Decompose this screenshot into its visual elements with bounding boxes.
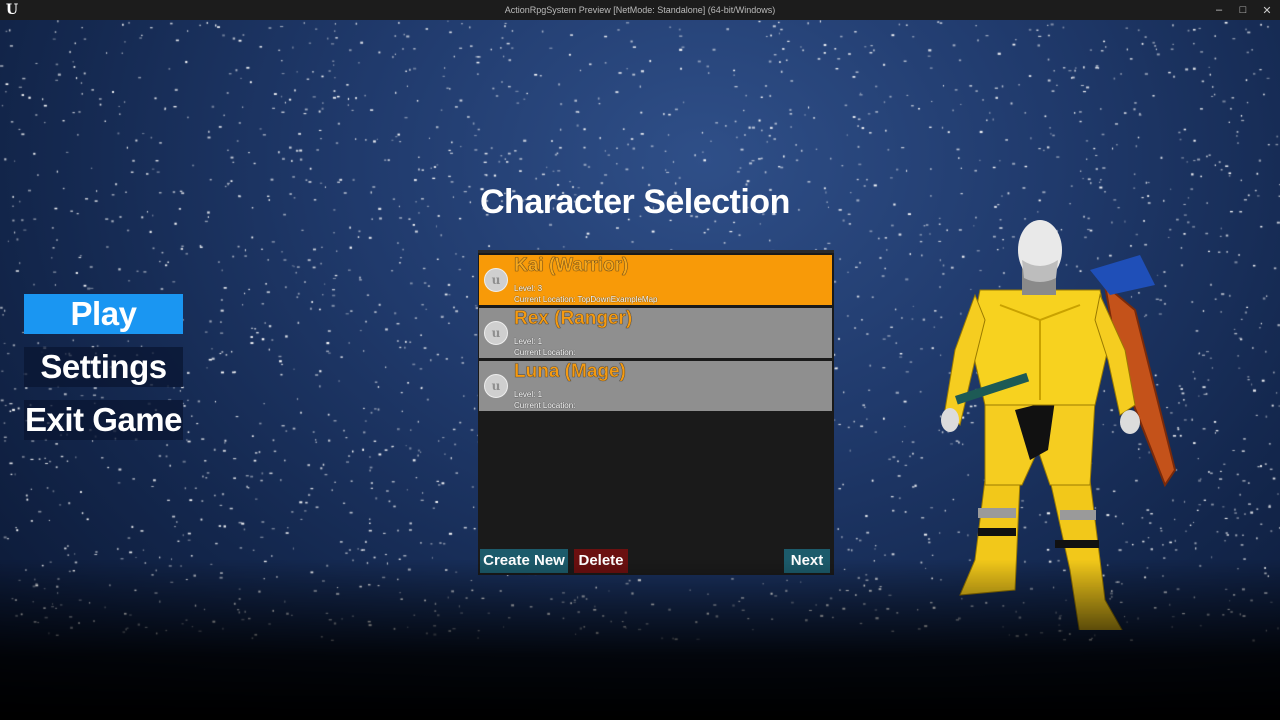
character-level: Level: 1 bbox=[514, 390, 543, 399]
exit-game-button[interactable]: Exit Game bbox=[24, 400, 183, 440]
character-row-rex[interactable]: u Rex (Ranger) Level: 1 Current Location… bbox=[479, 308, 832, 358]
character-avatar-icon: u bbox=[484, 374, 508, 398]
delete-button[interactable]: Delete bbox=[574, 549, 628, 573]
character-selection-title: Character Selection bbox=[480, 183, 790, 221]
play-button[interactable]: Play bbox=[24, 294, 183, 334]
character-avatar-icon: u bbox=[484, 268, 508, 292]
create-new-button[interactable]: Create New bbox=[480, 549, 568, 573]
character-location: Current Location: bbox=[514, 401, 576, 410]
character-row-kai[interactable]: u Kai (Warrior) Level: 3 Current Locatio… bbox=[479, 255, 832, 305]
close-icon[interactable]: ✕ bbox=[1262, 4, 1272, 17]
maximize-icon[interactable]: □ bbox=[1238, 4, 1248, 16]
window-titlebar: U ActionRpgSystem Preview [NetMode: Stan… bbox=[0, 0, 1280, 20]
character-selection-panel: u Kai (Warrior) Level: 3 Current Locatio… bbox=[478, 250, 834, 575]
settings-button[interactable]: Settings bbox=[24, 347, 183, 387]
unreal-logo-icon: U bbox=[5, 2, 19, 18]
game-viewport: Play Settings Exit Game Character Select… bbox=[0, 20, 1280, 720]
character-row-luna[interactable]: u Luna (Mage) Level: 1 Current Location: bbox=[479, 361, 832, 411]
window-controls: – □ ✕ bbox=[1214, 0, 1272, 20]
character-name: Luna (Mage) bbox=[514, 361, 626, 382]
character-location: Current Location: bbox=[514, 348, 576, 357]
main-menu: Play Settings Exit Game bbox=[24, 294, 183, 453]
character-name: Rex (Ranger) bbox=[514, 308, 633, 329]
character-name: Kai (Warrior) bbox=[514, 255, 629, 276]
character-avatar-icon: u bbox=[484, 321, 508, 345]
character-preview-model bbox=[941, 220, 1177, 630]
character-level: Level: 3 bbox=[514, 284, 543, 293]
character-level: Level: 1 bbox=[514, 337, 543, 346]
minimize-icon[interactable]: – bbox=[1214, 4, 1224, 16]
window-title: ActionRpgSystem Preview [NetMode: Standa… bbox=[504, 5, 776, 15]
character-location: Current Location: TopDownExampleMap bbox=[514, 295, 658, 304]
next-button[interactable]: Next bbox=[784, 549, 830, 573]
